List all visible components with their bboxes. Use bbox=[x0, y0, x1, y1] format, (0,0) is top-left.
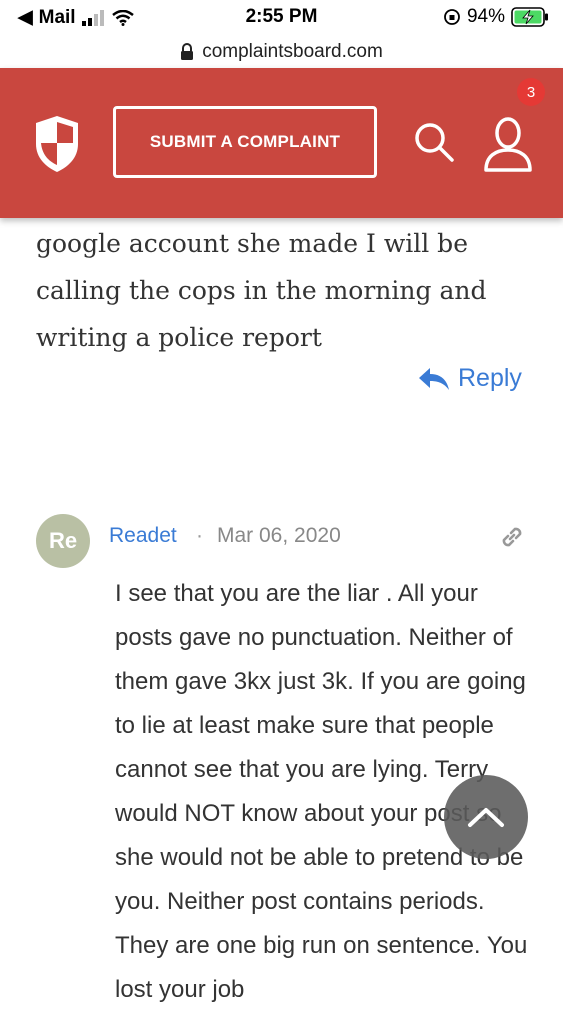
comment-author[interactable]: Readet bbox=[109, 524, 177, 548]
avatar[interactable]: Re bbox=[36, 514, 90, 568]
link-icon[interactable] bbox=[497, 522, 527, 552]
submit-complaint-button[interactable]: SUBMIT A COMPLAINT bbox=[113, 106, 377, 178]
user-icon[interactable] bbox=[482, 116, 534, 172]
notification-badge: 3 bbox=[517, 78, 545, 106]
status-right: 94% bbox=[443, 6, 549, 28]
site-header: SUBMIT A COMPLAINT 3 bbox=[0, 68, 563, 218]
reply-label: Reply bbox=[458, 364, 522, 392]
url-bar[interactable]: complaintsboard.com bbox=[0, 36, 563, 68]
battery-percent: 94% bbox=[466, 6, 505, 27]
search-icon[interactable] bbox=[412, 120, 456, 164]
status-bar: ◀ Mail 2:55 PM 94% bbox=[0, 0, 563, 36]
comment-date: Mar 06, 2020 bbox=[217, 524, 341, 547]
meta-separator: · bbox=[196, 524, 203, 547]
url-text: complaintsboard.com bbox=[202, 41, 383, 62]
lock-icon bbox=[181, 43, 194, 60]
scroll-to-top-button[interactable] bbox=[444, 775, 528, 859]
shield-logo-icon[interactable] bbox=[34, 114, 80, 174]
previous-comment-text: google account she made I will be callin… bbox=[36, 229, 487, 352]
battery-charging-icon bbox=[511, 7, 548, 27]
reply-arrow-icon bbox=[419, 367, 449, 390]
chevron-up-icon bbox=[468, 808, 504, 827]
orientation-lock-icon bbox=[444, 9, 460, 25]
reply-button[interactable]: Reply bbox=[418, 364, 522, 393]
